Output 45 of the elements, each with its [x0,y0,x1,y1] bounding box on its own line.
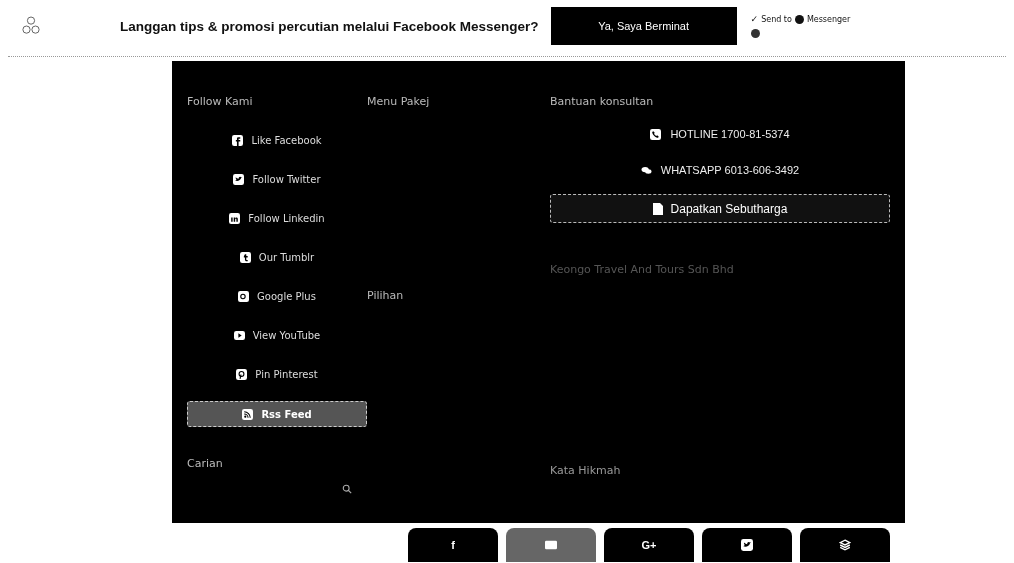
messenger-icon [794,14,804,24]
section-title: Menu Pakej [367,95,431,108]
stack-icon [839,539,851,551]
social-link[interactable]: View YouTube [187,323,367,347]
social-link[interactable]: Rss Feed [187,401,367,427]
document-icon [652,202,663,215]
social-link[interactable]: Our Tumblr [187,245,367,269]
section-title: Follow Kami [187,95,254,108]
company-name: Keongo Travel And Tours Sdn Bhd [550,263,735,276]
share-button[interactable] [800,528,890,562]
search-icon[interactable] [342,484,352,494]
social-link[interactable]: Google Plus [187,284,367,308]
menu-subtitle: Pilihan [367,289,405,302]
messenger-label: Messenger [806,14,851,24]
headline: Langgan tips & promosi percutian melalui Facebook Messenger? [120,18,539,34]
send-to-label: Send to [761,14,792,24]
social-link[interactable]: Pin Pinterest [187,362,367,386]
tumblr-icon [239,251,251,263]
check-icon: ✓ [750,14,759,24]
facebook-icon [232,134,244,146]
google-plus-icon [238,290,250,302]
subscribe-button[interactable]: Ya, Saya Berminat [550,7,737,45]
social-link[interactable]: Like Facebook [187,128,367,152]
bird-icon [233,173,245,185]
share-button[interactable]: G+ [604,528,694,562]
quote-button[interactable]: Dapatkan Sebutharga [550,194,890,223]
share-button[interactable] [702,528,792,562]
linkedin-icon [229,212,241,224]
social-link[interactable]: Follow Linkedin [187,206,367,230]
logo-icon [22,15,40,37]
avatar-icon [750,29,760,38]
social-link[interactable]: Follow Twitter [187,167,367,191]
play-icon [233,329,245,341]
rss-icon [242,408,254,420]
contact-text: HOTLINE 1700-81-5374 [670,128,790,140]
bird-icon [741,539,753,551]
phone-icon [650,128,662,140]
section-title: Bantuan konsultan [550,95,655,108]
section-title: Carian [187,457,224,470]
contact-text: WHATSAPP 6013-606-3492 [660,164,800,176]
chat-icon [640,165,652,175]
share-button[interactable]: f [408,528,498,562]
section-title: Kata Hikmah [550,464,622,477]
pinterest-icon [236,368,248,380]
envelope-icon [545,539,557,551]
